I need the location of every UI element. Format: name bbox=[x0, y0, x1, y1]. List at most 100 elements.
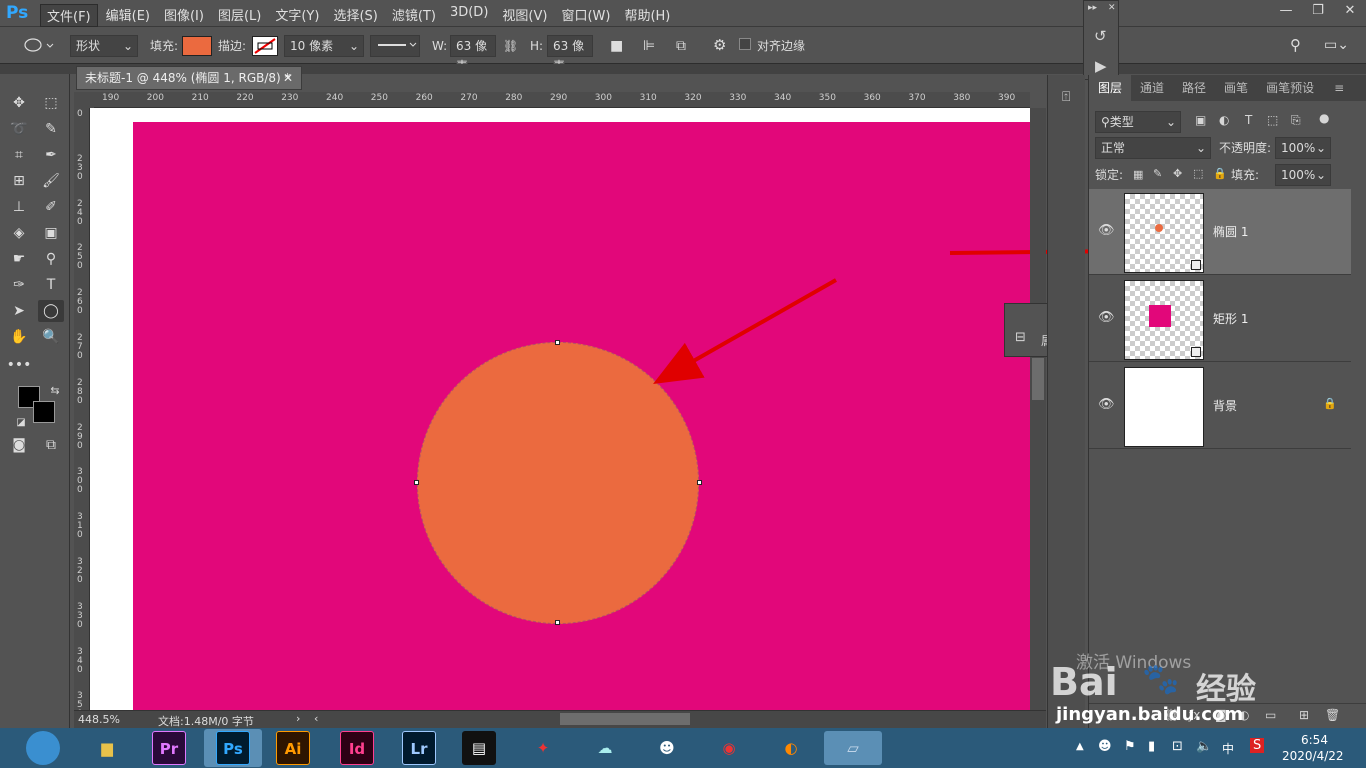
menu-view[interactable]: 视图(V) bbox=[496, 4, 553, 27]
filter-smart-icon[interactable]: ⎘ bbox=[1291, 113, 1301, 128]
transform-handle-top[interactable] bbox=[555, 340, 560, 345]
swap-colors-icon[interactable]: ⇆ bbox=[42, 380, 68, 402]
layer-row-background[interactable]: 👁 背景 🔒 bbox=[1089, 363, 1351, 449]
shape-mode-select[interactable]: 形状 ⌄ bbox=[70, 35, 138, 57]
lock-artboard-icon[interactable]: ⬚ bbox=[1193, 167, 1203, 180]
layer-name[interactable]: 矩形 1 bbox=[1213, 310, 1248, 327]
history-icon[interactable]: ↺ bbox=[1094, 27, 1107, 45]
filter-type-icon[interactable]: T bbox=[1245, 113, 1252, 127]
panel-menu-icon[interactable]: ≡ bbox=[1325, 75, 1353, 101]
eraser-tool-icon[interactable]: ◈ bbox=[6, 222, 32, 244]
eyedropper-tool-icon[interactable]: ✒ bbox=[38, 144, 64, 166]
gear-icon[interactable]: ⚙ bbox=[713, 35, 726, 55]
lightroom-icon[interactable]: Lr bbox=[402, 731, 436, 765]
history-brush-icon[interactable]: ✐ bbox=[38, 196, 64, 218]
lock-transparent-icon[interactable]: ▦ bbox=[1133, 168, 1143, 181]
horizontal-scroll-thumb[interactable] bbox=[560, 713, 690, 725]
qq-tray-icon[interactable]: ☻ bbox=[1098, 739, 1112, 754]
document-tab[interactable]: 未标题-1 @ 448% (椭圆 1, RGB/8) * ✕ bbox=[76, 66, 302, 90]
stamp-tool-icon[interactable]: ⊥ bbox=[6, 196, 32, 218]
ellipse-tool-icon[interactable]: ◯ bbox=[38, 300, 64, 322]
transform-handle-bottom[interactable] bbox=[555, 620, 560, 625]
qq-icon[interactable]: ☻ bbox=[648, 731, 686, 765]
video-editor-icon[interactable]: ▤ bbox=[462, 731, 496, 765]
link-icon[interactable]: ⛓ bbox=[503, 36, 518, 56]
layer-filter-select[interactable]: ⚲类型 ⌄ bbox=[1095, 111, 1181, 133]
smudge-tool-icon[interactable]: ☛ bbox=[6, 248, 32, 270]
search-icon[interactable]: ⚲ bbox=[1290, 35, 1301, 55]
pen-tool-icon[interactable]: ✑ bbox=[6, 274, 32, 296]
quick-select-tool-icon[interactable]: ✎ bbox=[38, 118, 64, 140]
vertical-scroll-thumb[interactable] bbox=[1032, 358, 1044, 400]
fill-opacity-field[interactable]: 100% ⌄ bbox=[1275, 164, 1331, 186]
menu-edit[interactable]: 编辑(E) bbox=[100, 4, 156, 27]
premiere-icon[interactable]: Pr bbox=[152, 731, 186, 765]
path-select-tool-icon[interactable]: ➤ bbox=[6, 300, 32, 322]
marquee-tool-icon[interactable]: ⬚ bbox=[38, 92, 64, 114]
notepad-app-icon[interactable]: ▱ bbox=[824, 731, 882, 765]
stroke-width-field[interactable]: 10 像素 ⌄ bbox=[284, 35, 364, 57]
menu-image[interactable]: 图像(I) bbox=[158, 4, 210, 27]
tab-brushes[interactable]: 画笔 bbox=[1215, 75, 1257, 101]
opacity-field[interactable]: 100% ⌄ bbox=[1275, 137, 1331, 159]
menu-file[interactable]: 文件(F) bbox=[40, 4, 98, 27]
layer-row-rectangle[interactable]: 👁 矩形 1 bbox=[1089, 276, 1351, 362]
stroke-swatch[interactable] bbox=[252, 36, 278, 56]
menu-help[interactable]: 帮助(H) bbox=[618, 4, 676, 27]
eye-icon[interactable]: 👁 bbox=[1098, 397, 1115, 412]
browser-app-icon[interactable]: ◐ bbox=[772, 731, 810, 765]
layer-row-ellipse[interactable]: 👁 椭圆 1 bbox=[1089, 189, 1351, 275]
ellipse-tool-preset[interactable] bbox=[10, 35, 56, 57]
path-alignment-icon[interactable]: ⊫ bbox=[643, 36, 655, 56]
filter-shape-icon[interactable]: ⬚ bbox=[1267, 113, 1278, 127]
eye-icon[interactable]: 👁 bbox=[1098, 310, 1115, 325]
network-icon[interactable]: ⊡ bbox=[1172, 739, 1183, 754]
indesign-icon[interactable]: Id bbox=[340, 731, 374, 765]
tab-channels[interactable]: 通道 bbox=[1131, 75, 1173, 101]
clock-date[interactable]: 2020/4/22 bbox=[1282, 749, 1344, 763]
crop-tool-icon[interactable]: ⌗ bbox=[6, 144, 32, 166]
menu-3d[interactable]: 3D(D) bbox=[444, 4, 494, 27]
lock-all-icon[interactable]: 🔒 bbox=[1213, 167, 1227, 180]
filter-pixel-icon[interactable]: ▣ bbox=[1195, 113, 1206, 127]
battery-icon[interactable]: ▮ bbox=[1148, 739, 1155, 754]
sogou-icon[interactable]: S bbox=[1250, 738, 1265, 753]
transform-handle-right[interactable] bbox=[697, 480, 702, 485]
chevron-right-icon[interactable]: › bbox=[296, 712, 300, 725]
volume-icon[interactable]: 🔈 bbox=[1196, 739, 1212, 754]
fill-swatch[interactable] bbox=[182, 36, 212, 56]
lasso-tool-icon[interactable]: ➰ bbox=[6, 118, 32, 140]
chrome-icon[interactable]: ◉ bbox=[710, 731, 748, 765]
photoshop-icon[interactable]: Ps bbox=[216, 731, 250, 765]
flag-icon[interactable]: ⚑ bbox=[1124, 739, 1136, 754]
height-field[interactable]: 63 像素 bbox=[547, 35, 593, 73]
zoom-level[interactable]: 448.5% bbox=[78, 713, 120, 726]
tab-paths[interactable]: 路径 bbox=[1173, 75, 1215, 101]
canvas-area[interactable] bbox=[90, 108, 1030, 710]
start-icon[interactable] bbox=[26, 731, 60, 765]
menu-filter[interactable]: 滤镜(T) bbox=[386, 4, 442, 27]
hand-tool-icon[interactable]: ✋ bbox=[6, 326, 32, 348]
workspace-icon[interactable]: ▭⌄ bbox=[1324, 35, 1349, 55]
dodge-tool-icon[interactable]: ⚲ bbox=[38, 248, 64, 270]
more-tools-icon[interactable]: ••• bbox=[6, 354, 32, 376]
file-explorer-icon[interactable]: ▆ bbox=[88, 731, 126, 765]
menu-type[interactable]: 文字(Y) bbox=[269, 4, 325, 27]
layer-name[interactable]: 椭圆 1 bbox=[1213, 223, 1248, 240]
clock-time[interactable]: 6:54 bbox=[1301, 733, 1328, 747]
stroke-type-select[interactable] bbox=[370, 35, 420, 57]
minimize-button[interactable]: — bbox=[1270, 0, 1302, 22]
width-field[interactable]: 63 像素 bbox=[450, 35, 496, 73]
transform-handle-left[interactable] bbox=[414, 480, 419, 485]
healing-tool-icon[interactable]: ⊞ bbox=[6, 170, 32, 192]
brush-tool-icon[interactable]: 🖌 bbox=[38, 170, 64, 192]
ellipse-shape[interactable] bbox=[417, 342, 699, 624]
path-operations-icon[interactable]: ■ bbox=[610, 36, 623, 56]
expand-icon[interactable]: ▸▸ bbox=[1088, 3, 1097, 13]
tab-layers[interactable]: 图层 bbox=[1089, 75, 1132, 101]
path-arrangement-icon[interactable]: ⧉ bbox=[676, 36, 686, 56]
menu-window[interactable]: 窗口(W) bbox=[555, 4, 616, 27]
chat-app-icon[interactable]: ☁ bbox=[586, 731, 624, 765]
zoom-tool-icon[interactable]: 🔍 bbox=[38, 326, 64, 348]
scroll-left-icon[interactable]: ‹ bbox=[314, 712, 318, 725]
